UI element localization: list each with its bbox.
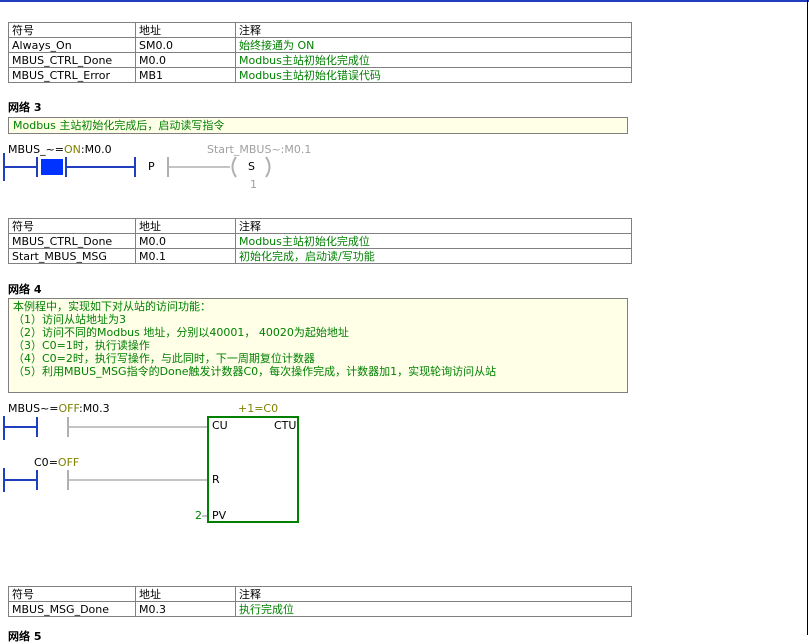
cell-address: M0.3 [135,601,236,617]
cell-comment: Modbus主站初始化完成位 [235,233,632,249]
cell-address: M0.0 [135,233,236,249]
cell-symbol: Start_MBUS_MSG [8,248,136,264]
cell-symbol: MBUS_MSG_Done [8,601,136,617]
header-symbol: 符号 [8,586,136,602]
header-comment: 注释 [235,586,632,602]
table-header-row: 符号 地址 注释 [8,586,632,602]
cell-comment: 执行完成位 [235,601,632,617]
contact-energized-fill[interactable] [41,159,63,175]
table-row[interactable]: MBUS_CTRL_Done M0.0 Modbus主站初始化完成位 [8,233,632,249]
comment-line: （1）访问从站地址为3 [13,313,126,326]
counter-pv-value[interactable]: 2 [195,509,202,522]
header-address: 地址 [135,218,236,234]
comment-line: （3）C0=1时，执行读操作 [13,339,150,352]
coil-left-arc[interactable] [231,156,237,178]
network-4-title[interactable]: 网络 4 [8,281,41,297]
cell-comment: 初始化完成，启动读/写功能 [235,248,632,264]
header-address: 地址 [135,586,236,602]
table-row[interactable]: MBUS_MSG_Done M0.3 执行完成位 [8,601,632,617]
contact-address: :M0.3 [78,402,110,415]
contact-name: C0 [34,456,49,469]
contact-state: OFF [57,456,80,469]
network-4-comment[interactable]: 本例程中，实现如下对从站的访问功能： （1）访问从站地址为3 （2）访问不同的M… [8,298,628,393]
counter-pv-pin: PV [212,509,227,522]
comment-line: （4）C0=2时，执行写操作，与此同时，下一周期复位计数器 [13,352,315,365]
counter-r-pin: R [212,473,220,486]
contact-eq: = [49,402,59,415]
comment-line: （2）访问不同的Modbus 地址，分别以40001， 40020为起始地址 [13,326,349,339]
cell-address: M0.1 [135,248,236,264]
counter-cu-pin: CU [212,419,228,432]
network-5-title[interactable]: 网络 5 [8,628,41,644]
counter-address-label[interactable]: +1=C0 [238,402,278,415]
ctu-counter-box[interactable] [207,416,299,523]
counter-top-label: +1=C0 [238,402,279,415]
table-row[interactable]: Start_MBUS_MSG M0.1 初始化完成，启动读/写功能 [8,248,632,264]
header-symbol: 符号 [8,218,136,234]
contact-name: MBUS~ [8,402,50,415]
network-4-contact1-label[interactable]: MBUS~=OFF:M0.3 [8,402,110,415]
cell-symbol: MBUS_CTRL_Done [8,233,136,249]
symbol-table-2: 符号 地址 注释 MBUS_CTRL_Done M0.0 Modbus主站初始化… [8,218,632,264]
symbol-table-3: 符号 地址 注释 MBUS_MSG_Done M0.3 执行完成位 [8,586,632,617]
contact-state: OFF [58,402,79,415]
coil-right-arc[interactable] [265,156,271,178]
contact-eq: = [48,456,58,469]
counter-type-label: CTU [274,419,297,432]
network-4-contact2-label[interactable]: C0=OFF [34,456,79,469]
table-header-row: 符号 地址 注释 [8,218,632,234]
comment-line: 本例程中，实现如下对从站的访问功能： [13,300,211,313]
header-comment: 注释 [235,218,632,234]
comment-line: （5）利用MBUS_MSG指令的Done触发计数器C0，每次操作完成，计数器加1… [13,365,497,378]
